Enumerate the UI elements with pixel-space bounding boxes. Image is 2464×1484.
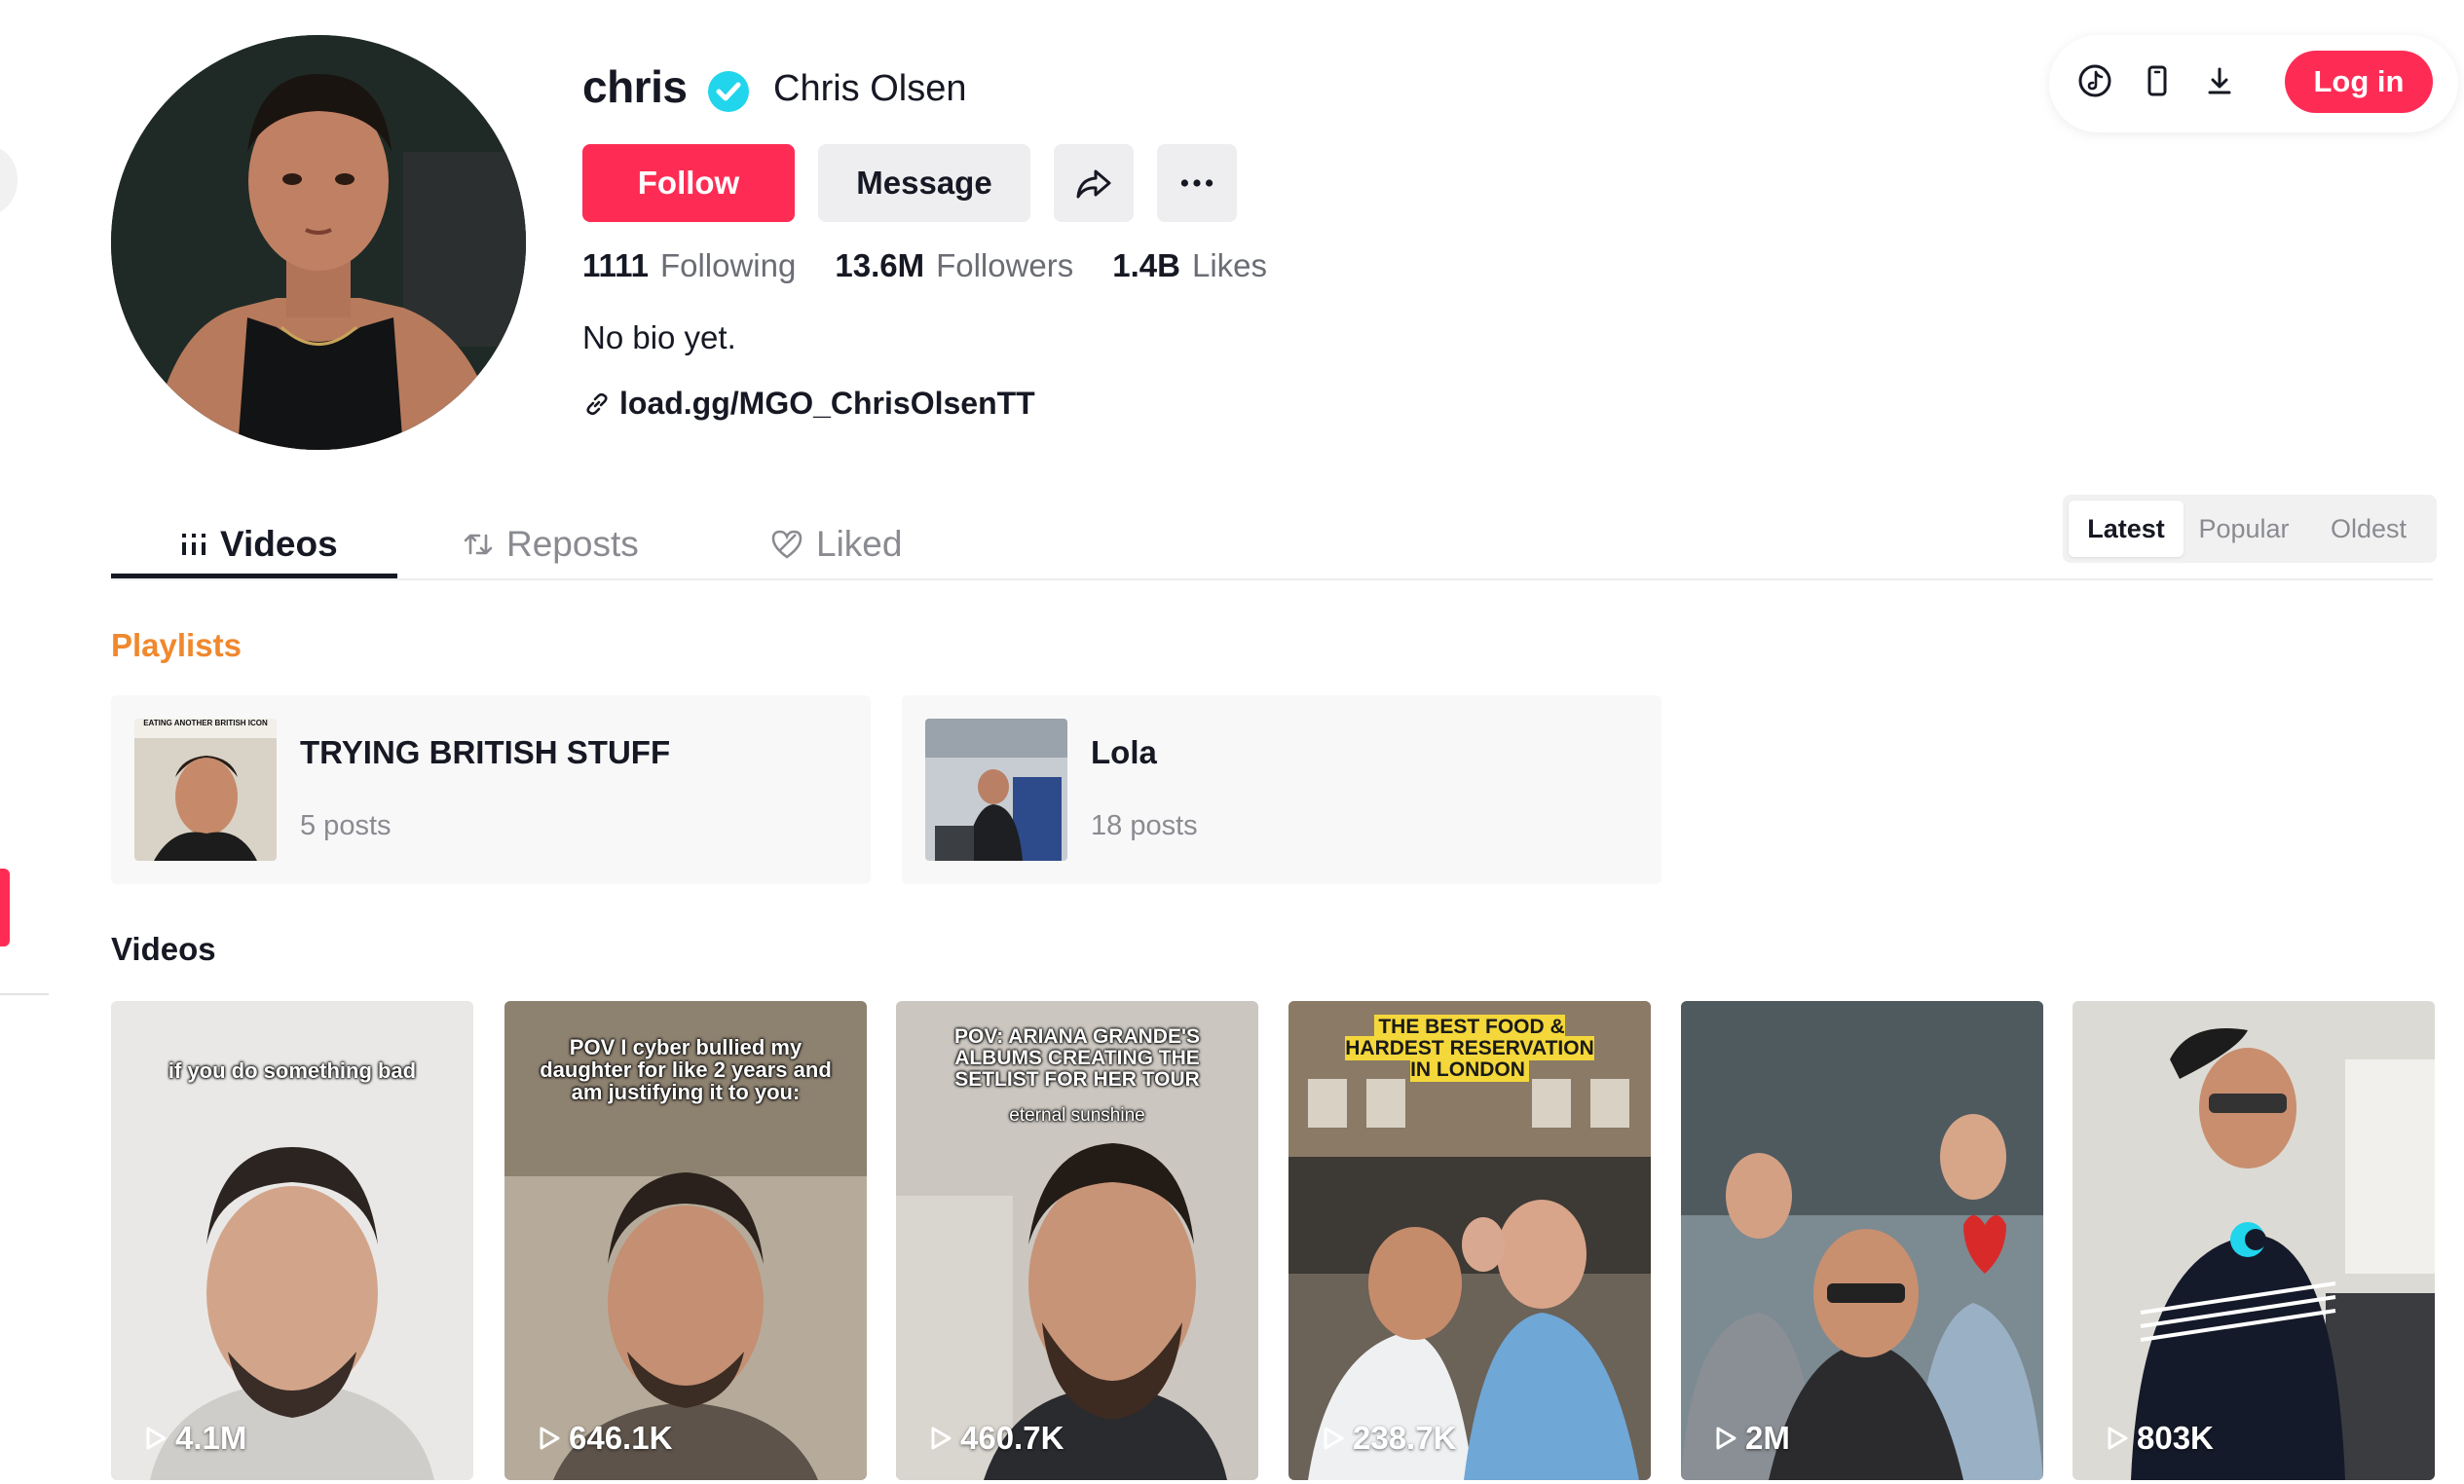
stat-followers[interactable]: 13.6M Followers [835,247,1073,284]
sort-latest[interactable]: Latest [2069,501,2184,557]
message-button[interactable]: Message [818,144,1030,222]
video-views: 238.7K [1318,1420,1456,1457]
grid-icon [182,534,205,555]
display-name: Chris Olsen [773,68,967,109]
video-views: 4.1M [140,1420,246,1457]
heart-icon [771,530,803,559]
tab-videos-label: Videos [220,524,338,564]
tab-liked-label: Liked [816,524,903,564]
tabs-divider [111,578,2433,580]
sort-popular[interactable]: Popular [2184,501,2304,557]
playlist-count: 18 posts [1091,810,1198,841]
login-button[interactable]: Log in [2285,51,2433,113]
playlists-heading: Playlists [111,627,242,663]
video-views: 2M [1710,1420,1790,1457]
more-options-button[interactable] [1157,144,1237,222]
video-views: 803K [2102,1420,2214,1457]
sidebar-edge-divider [0,993,49,995]
video-views: 460.7K [925,1420,1064,1457]
video-subcaption: eternal sunshine [1009,1105,1145,1126]
link-icon [586,392,608,415]
playlist-thumbnail [925,719,1067,861]
tab-reposts[interactable]: Reposts [462,512,639,576]
sidebar-edge-indicator [0,869,10,946]
play-icon [146,1427,167,1450]
bio-text: No bio yet. [582,319,736,355]
playlist-card[interactable]: EATING ANOTHER BRITISH ICON TRYING BRITI… [111,695,871,884]
avatar [111,35,526,450]
tiktok-icon[interactable] [2076,62,2113,99]
video-card[interactable]: POV: ARIANA GRANDE'S ALBUMS CREATING THE… [896,1001,1258,1480]
videos-heading: Videos [111,931,216,967]
stat-likes: 1.4B Likes [1112,247,1268,283]
video-card[interactable]: if you do something bad 4.1M [111,1001,473,1480]
tab-liked[interactable]: Liked [769,512,902,576]
verified-icon [707,70,750,113]
video-caption: THE BEST FOOD & HARDEST RESERVATION IN L… [1345,1015,1594,1083]
video-caption: POV: ARIANA GRANDE'S ALBUMS CREATING THE… [954,1025,1200,1092]
active-tab-indicator [111,574,397,578]
play-icon [540,1427,560,1450]
playlist-count: 5 posts [300,810,392,841]
video-views: 646.1K [534,1420,672,1457]
download-icon[interactable] [2201,62,2238,99]
follow-button[interactable]: Follow [582,144,795,222]
play-icon [1716,1427,1736,1450]
playlist-name: Lola [1091,734,1157,770]
repost-icon [464,534,493,555]
tab-videos[interactable]: Videos [179,512,338,576]
share-button[interactable] [1054,144,1134,222]
more-icon [1180,179,1213,187]
sort-oldest[interactable]: Oldest [2306,501,2431,557]
sidebar-edge-button[interactable] [0,146,18,214]
playlist-thumb-caption: EATING ANOTHER BRITISH ICON [143,719,268,727]
video-caption: if you do something bad [168,1058,417,1083]
video-card[interactable]: 803K [2072,1001,2435,1480]
video-card[interactable]: POV I cyber bullied my daughter for like… [504,1001,867,1480]
phone-icon[interactable] [2139,62,2176,99]
play-icon [1324,1427,1344,1450]
playlist-card[interactable]: Lola 18 posts [902,695,1661,884]
video-caption: POV I cyber bullied my daughter for like… [540,1035,832,1105]
profile-link[interactable]: load.gg/MGO_ChrisOlsenTT [582,386,1035,422]
playlist-thumbnail: EATING ANOTHER BRITISH ICON [134,719,277,861]
playlist-name: TRYING BRITISH STUFF [300,734,671,770]
play-icon [931,1427,952,1450]
video-card[interactable]: THE BEST FOOD & HARDEST RESERVATION IN L… [1288,1001,1651,1480]
video-card[interactable]: 2M [1681,1001,2043,1480]
share-icon [1076,169,1111,199]
username: chris [582,61,688,112]
tab-reposts-label: Reposts [506,524,639,564]
profile-stats: 1111 Following 13.6M Followers 1.4B Likes [582,247,1267,284]
stat-following[interactable]: 1111 Following [582,247,796,284]
profile-link-text: load.gg/MGO_ChrisOlsenTT [619,386,1035,421]
play-icon [2108,1427,2128,1450]
